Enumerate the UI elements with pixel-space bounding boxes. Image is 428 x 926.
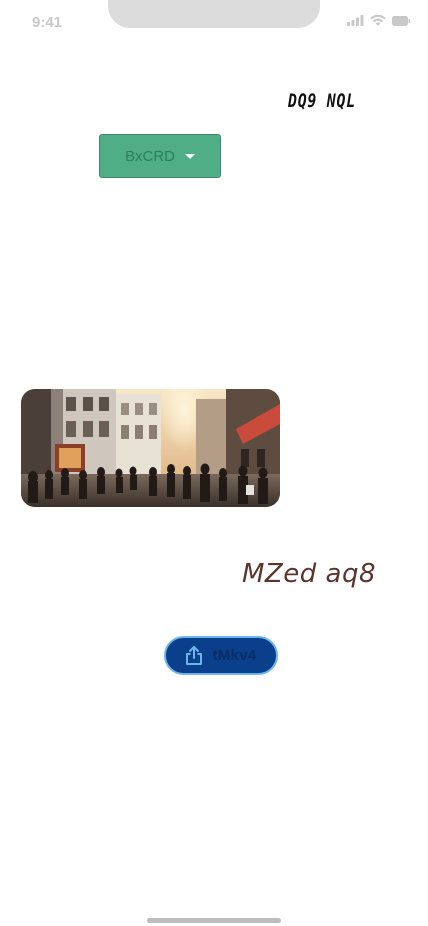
caret-down-icon xyxy=(185,154,195,159)
status-icons xyxy=(347,15,410,26)
signal-icon xyxy=(347,15,364,26)
status-time: 9:41 xyxy=(32,14,63,31)
dropdown-label: BxCRD xyxy=(124,147,175,165)
share-label: tMkv4 xyxy=(212,647,257,664)
battery-icon xyxy=(392,15,410,26)
caption-text: MZed aq8 xyxy=(242,559,376,589)
page-title: DQ9 NQL xyxy=(288,90,356,112)
device-notch xyxy=(108,0,320,28)
city-street-crowd-photo xyxy=(21,389,280,507)
dropdown-button[interactable]: BxCRD xyxy=(99,134,221,178)
wifi-icon xyxy=(370,15,386,26)
share-icon xyxy=(186,646,203,665)
share-button[interactable]: tMkv4 xyxy=(164,636,278,675)
status-bar: 9:41 xyxy=(0,0,428,44)
home-indicator xyxy=(147,918,281,923)
